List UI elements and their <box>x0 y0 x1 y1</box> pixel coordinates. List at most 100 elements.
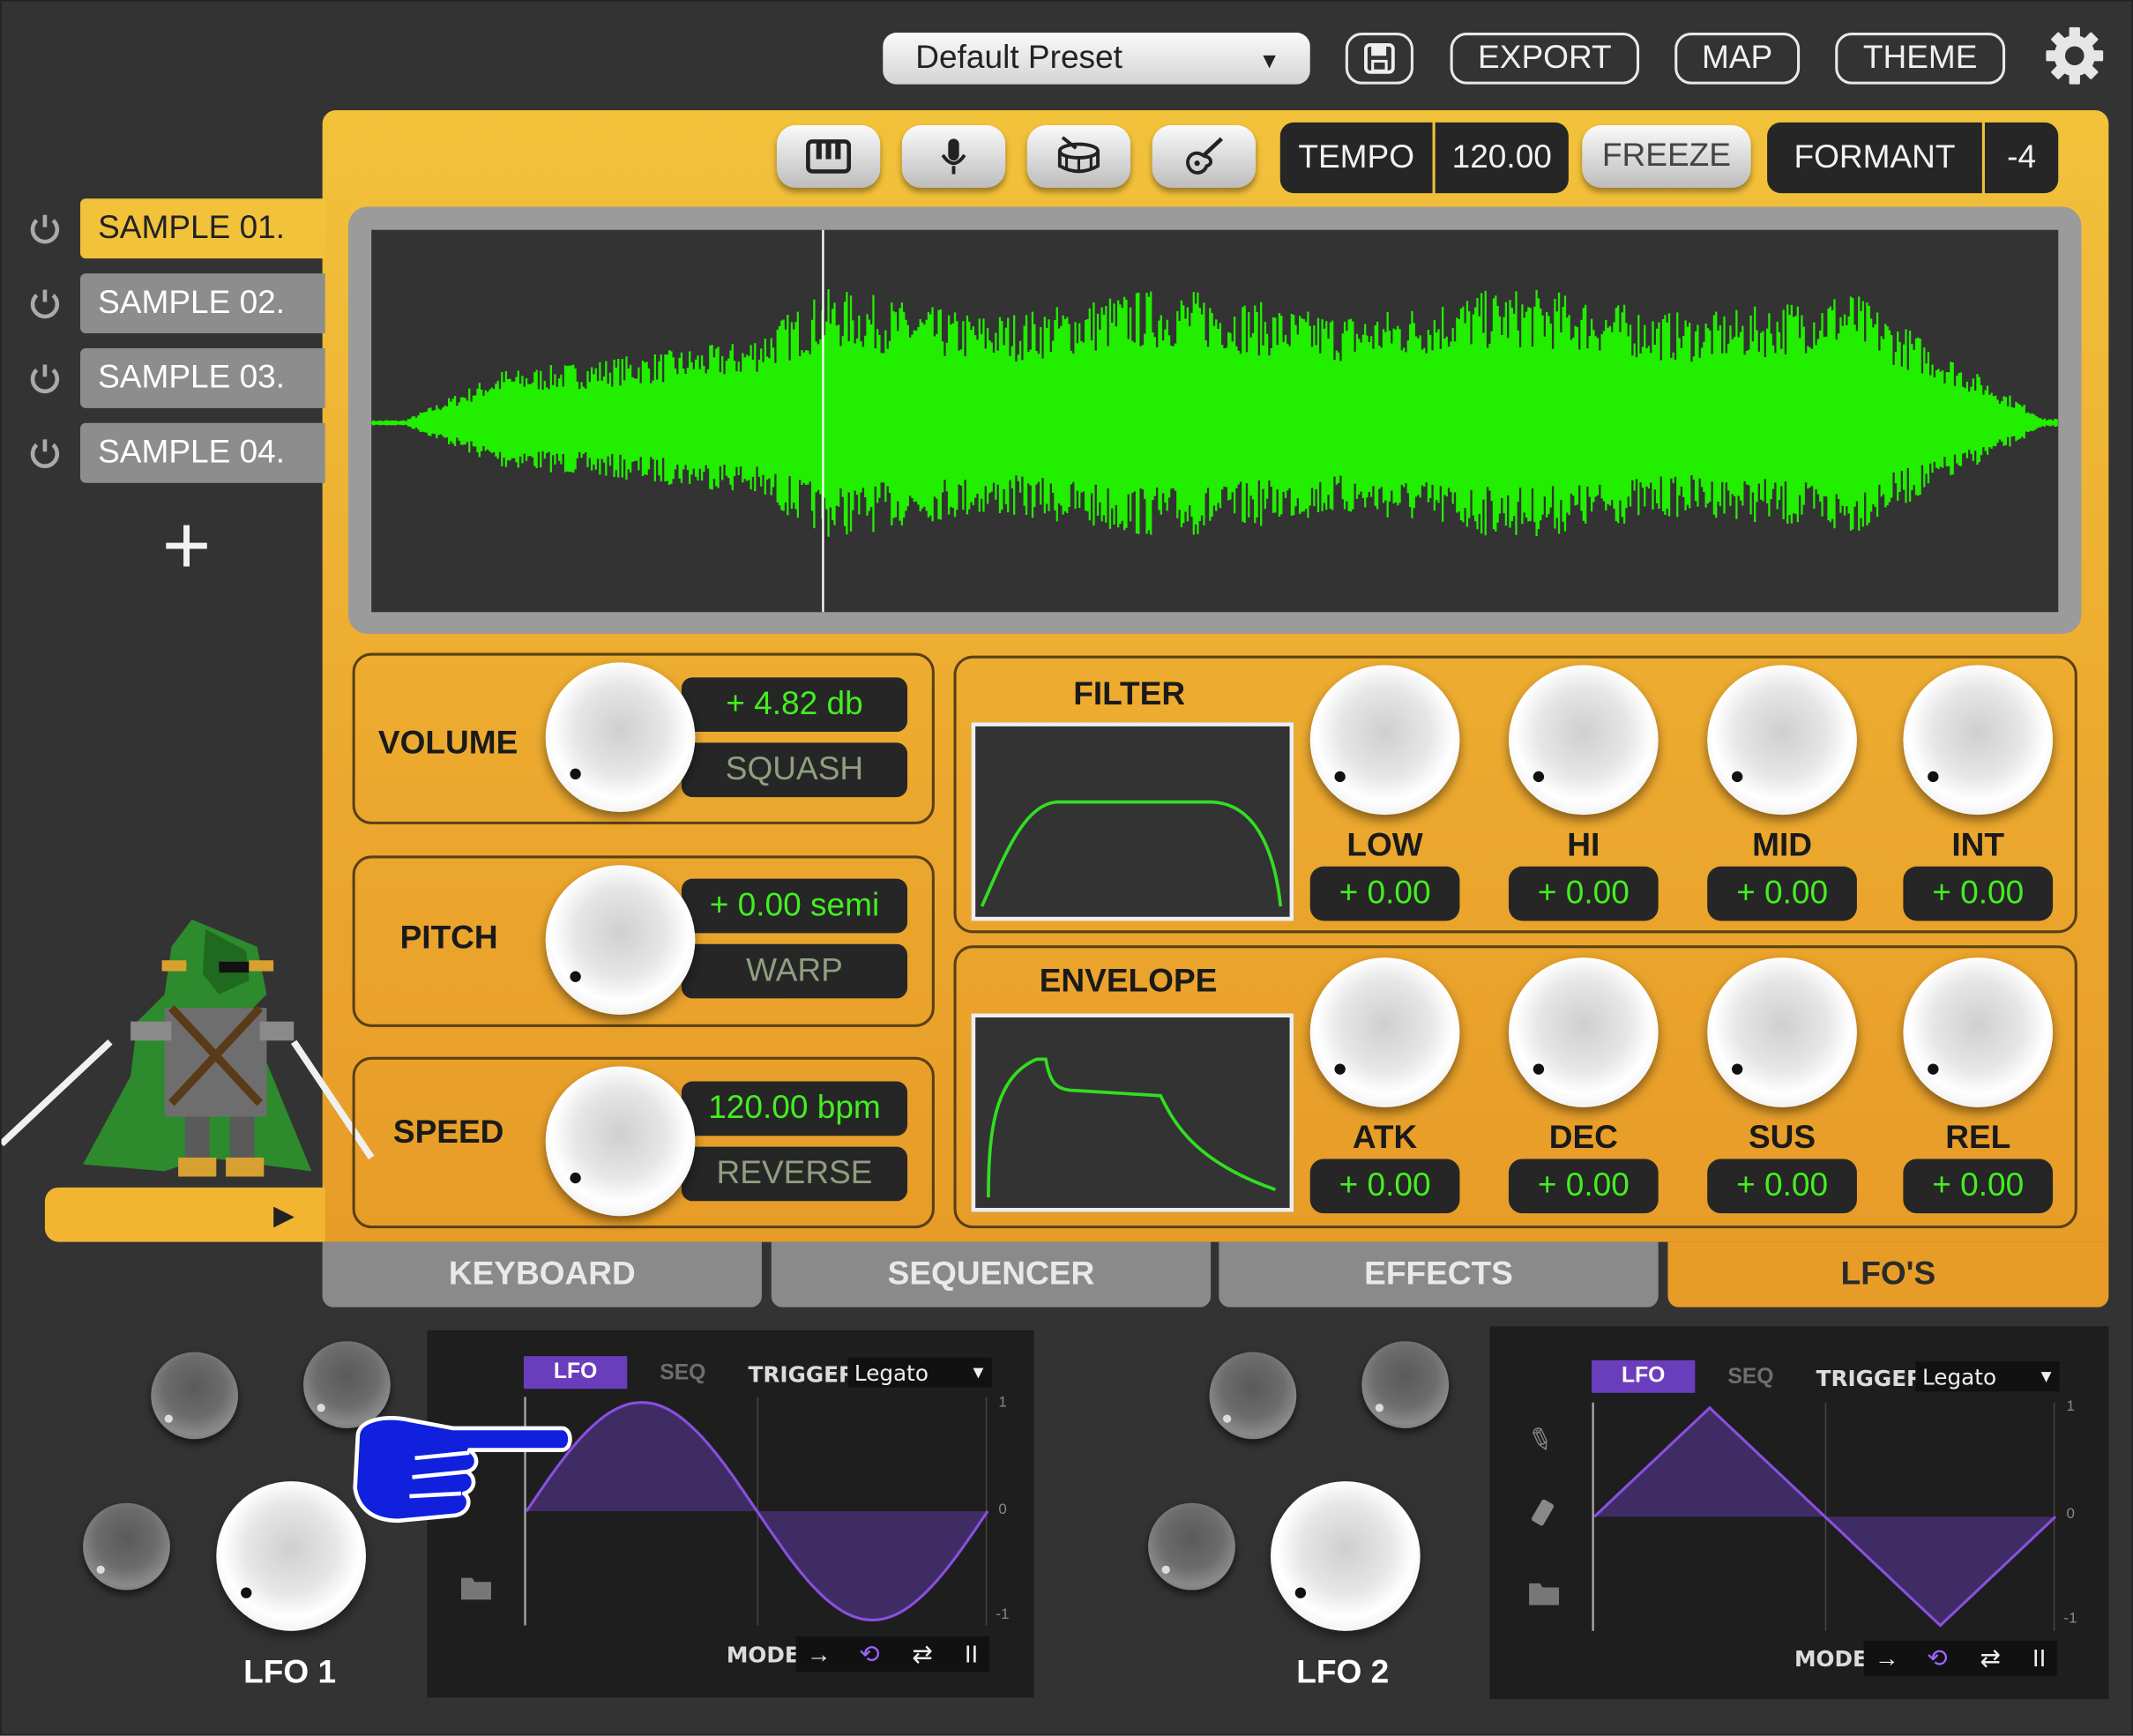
lfo1-trigger-dropdown[interactable]: Legato ▼ <box>847 1357 992 1388</box>
filter-low-value[interactable]: + 0.00 <box>1309 866 1460 921</box>
lfo1-tab-seq[interactable]: SEQ <box>660 1361 705 1386</box>
filter-hi-value[interactable]: + 0.00 <box>1508 866 1659 921</box>
filter-int-label: INT <box>1951 827 2005 864</box>
save-button[interactable] <box>1345 33 1413 85</box>
lfo2-trigger-dropdown[interactable]: Legato ▼ <box>1915 1361 2060 1392</box>
volume-knob[interactable] <box>545 662 696 813</box>
tab-lfos[interactable]: LFO'S <box>1667 1241 2109 1308</box>
speed-value[interactable]: 120.00 bpm <box>681 1081 908 1136</box>
formant-value[interactable]: -4 <box>1984 122 2059 194</box>
character-sprite <box>1 919 375 1177</box>
map-button[interactable]: MAP <box>1674 33 1801 85</box>
filter-low-label: LOW <box>1346 827 1423 864</box>
envelope-dec-knob[interactable] <box>1508 957 1659 1107</box>
eraser-icon[interactable] <box>1528 1498 1558 1531</box>
add-sample-button[interactable]: + <box>162 504 212 589</box>
knob-indicator <box>1928 1063 1939 1075</box>
loop-icon[interactable]: ⟲ <box>849 1639 890 1669</box>
lfo1-knob-small[interactable] <box>83 1502 170 1591</box>
lfo1-axis-zero: 0 <box>998 1501 1007 1518</box>
preset-dropdown[interactable]: Default Preset ▼ <box>883 33 1310 85</box>
swap-arrows-icon[interactable]: ⇄ <box>902 1639 943 1669</box>
lfo2-knob-small[interactable] <box>1209 1352 1297 1440</box>
knob-indicator <box>1928 771 1939 783</box>
lfo2-trigger-value: Legato <box>1921 1363 1997 1390</box>
tab-keyboard[interactable]: KEYBOARD <box>322 1241 762 1308</box>
export-button[interactable]: EXPORT <box>1450 33 1640 85</box>
sample-item[interactable]: SAMPLE 02. <box>80 273 325 333</box>
mic-mode-button[interactable] <box>901 124 1006 188</box>
filter-low-knob[interactable] <box>1309 665 1460 816</box>
envelope-atk-value[interactable]: + 0.00 <box>1309 1159 1460 1214</box>
envelope-rel-value[interactable]: + 0.00 <box>1903 1159 2054 1214</box>
folder-icon[interactable] <box>459 1574 492 1601</box>
pitch-value[interactable]: + 0.00 semi <box>681 878 908 934</box>
freeze-button[interactable]: FREEZE <box>1582 124 1751 188</box>
tempo-value[interactable]: 120.00 <box>1435 122 1569 194</box>
lfo1-knob-small[interactable] <box>151 1352 238 1440</box>
lfo2-label: LFO 2 <box>1296 1654 1390 1691</box>
plugin-window: Default Preset ▼ EXPORT MAP THEME SAMPLE… <box>0 0 2133 1736</box>
guitar-mode-button[interactable] <box>1152 124 1257 188</box>
warp-toggle[interactable]: WARP <box>681 943 908 999</box>
power-icon[interactable] <box>27 436 63 471</box>
folder-icon[interactable] <box>1528 1579 1561 1606</box>
theme-button[interactable]: THEME <box>1835 33 2006 85</box>
play-icon[interactable]: ▶ <box>273 1198 295 1233</box>
gear-icon[interactable] <box>2045 26 2105 86</box>
loop-icon[interactable]: ⟲ <box>1917 1643 1958 1673</box>
sample-item[interactable]: SAMPLE 01. <box>80 198 325 259</box>
pause-icon[interactable]: II <box>951 1639 991 1669</box>
lfo2-knob-small[interactable] <box>1148 1502 1235 1591</box>
filter-int-value[interactable]: + 0.00 <box>1903 866 2054 921</box>
envelope-sus-label: SUS <box>1748 1119 1816 1157</box>
knob-indicator <box>1533 771 1545 783</box>
volume-value[interactable]: + 4.82 db <box>681 677 908 733</box>
sample-item[interactable]: SAMPLE 03. <box>80 347 325 408</box>
envelope-sus-value[interactable]: + 0.00 <box>1707 1159 1857 1214</box>
lfo1-shape-graph[interactable] <box>524 1397 993 1626</box>
filter-mid-knob[interactable] <box>1707 665 1857 816</box>
knob-indicator <box>1334 1063 1346 1075</box>
keyboard-mode-button[interactable] <box>776 124 881 188</box>
envelope-curve-graph[interactable] <box>971 1013 1294 1212</box>
sample-item[interactable]: SAMPLE 04. <box>80 422 325 483</box>
lfo1-tab-lfo[interactable]: LFO <box>523 1356 628 1390</box>
filter-hi-knob[interactable] <box>1508 665 1659 816</box>
envelope-dec-value[interactable]: + 0.00 <box>1508 1159 1659 1214</box>
pitch-label: PITCH <box>399 919 498 957</box>
knob-indicator <box>1731 771 1743 783</box>
lfo1-trigger-label: TRIGGER <box>748 1361 855 1388</box>
guitar-icon <box>1186 137 1224 175</box>
speed-knob[interactable] <box>545 1066 696 1217</box>
arrow-right-icon[interactable]: → <box>799 1639 839 1669</box>
lfo2-shape-graph[interactable] <box>1592 1402 2061 1631</box>
lfo2-tab-seq[interactable]: SEQ <box>1727 1366 1773 1390</box>
envelope-rel-knob[interactable] <box>1903 957 2054 1107</box>
arrow-right-icon[interactable]: → <box>1867 1643 1907 1673</box>
envelope-atk-knob[interactable] <box>1309 957 1460 1107</box>
filter-mid-value[interactable]: + 0.00 <box>1707 866 1857 921</box>
pause-icon[interactable]: II <box>2019 1643 2060 1673</box>
envelope-sus-knob[interactable] <box>1707 957 1857 1107</box>
waveform-display[interactable] <box>371 229 2059 613</box>
pitch-knob[interactable] <box>545 865 696 1015</box>
knob-indicator <box>1334 771 1346 783</box>
lfo2-knob-small[interactable] <box>1361 1341 1450 1428</box>
lfo2-tab-lfo[interactable]: LFO <box>1592 1360 1696 1393</box>
lfo2-main-knob[interactable] <box>1270 1481 1421 1631</box>
tab-effects[interactable]: EFFECTS <box>1219 1241 1659 1308</box>
reverse-toggle[interactable]: REVERSE <box>681 1146 908 1202</box>
knob-indicator <box>1533 1063 1545 1075</box>
filter-int-knob[interactable] <box>1903 665 2054 816</box>
tempo-label: TEMPO <box>1279 122 1433 194</box>
power-icon[interactable] <box>27 361 63 396</box>
lfo1-mode-label: MODE <box>726 1642 800 1668</box>
filter-curve-graph[interactable] <box>971 722 1294 921</box>
drum-mode-button[interactable] <box>1026 124 1131 188</box>
squash-toggle[interactable]: SQUASH <box>681 742 908 798</box>
swap-arrows-icon[interactable]: ⇄ <box>1970 1643 2010 1673</box>
tab-sequencer[interactable]: SEQUENCER <box>771 1241 1212 1308</box>
power-icon[interactable] <box>27 211 63 246</box>
power-icon[interactable] <box>27 286 63 321</box>
